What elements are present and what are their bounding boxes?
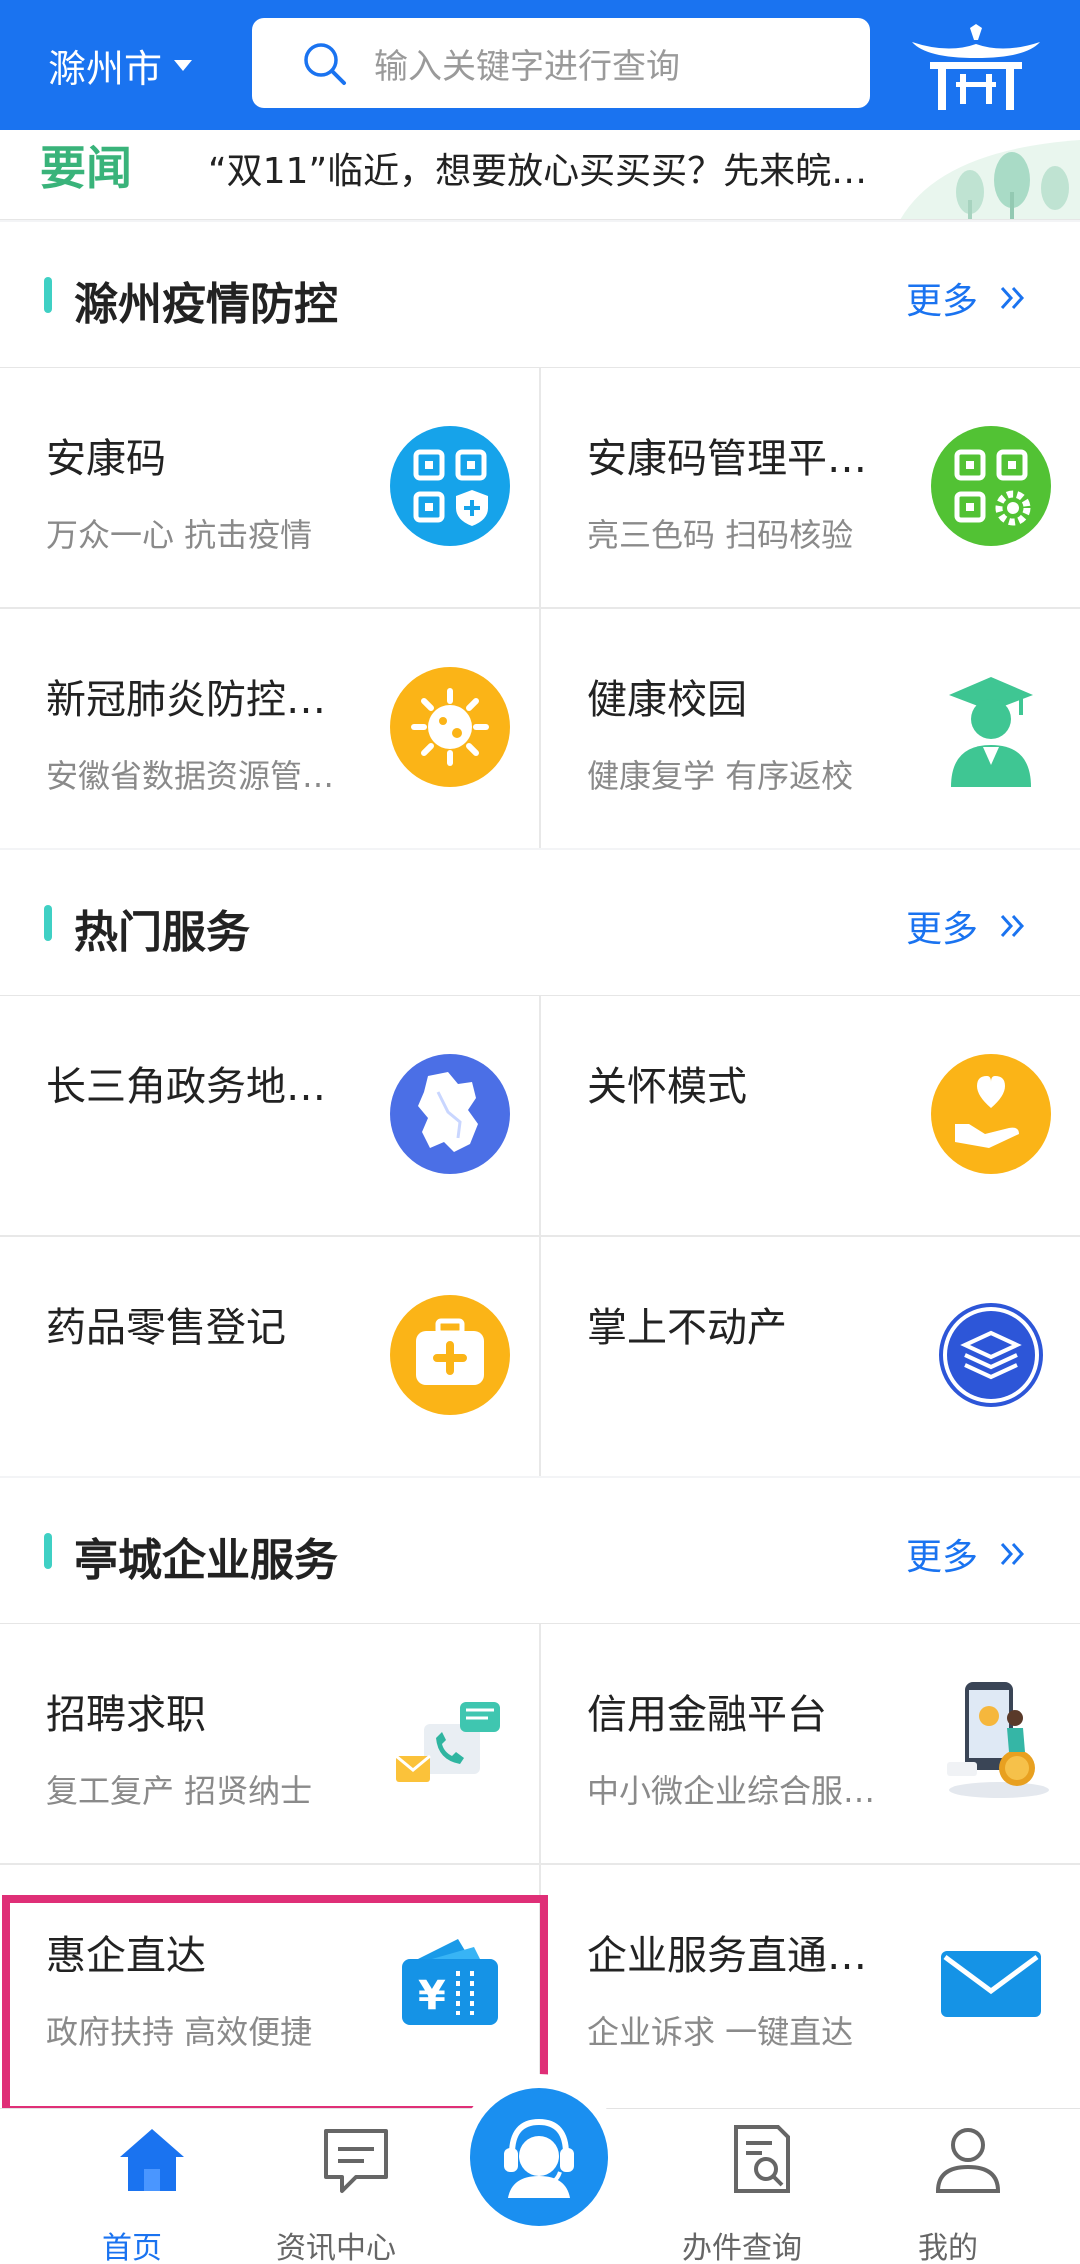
tile-subtitle: 政府扶持 高效便捷 bbox=[46, 2013, 313, 2051]
qr-gear-icon bbox=[931, 426, 1051, 546]
svg-text:¥: ¥ bbox=[418, 1973, 446, 2019]
section-title: 热门服务 bbox=[74, 907, 250, 958]
section-accent-bar bbox=[44, 905, 52, 941]
nav-home[interactable]: 首页 bbox=[52, 2119, 212, 2264]
tile-name: 药品零售登记 bbox=[46, 1305, 286, 1351]
grid-divider bbox=[0, 1235, 1080, 1237]
recruit-icon bbox=[395, 1702, 500, 1782]
more-link[interactable]: 更多 bbox=[906, 1528, 1028, 1580]
service-tile-recruitment[interactable]: 招聘求职 复工复产 招贤纳士 bbox=[0, 1624, 539, 1863]
section-header-enterprise: 亭城企业服务 更多 bbox=[0, 1478, 1080, 1624]
app-page: 滁州市 输入关键字进行查询 要闻 “双11”临近，想要放心买买买？先来皖… 滁州… bbox=[0, 0, 1080, 2264]
home-icon bbox=[120, 2129, 184, 2191]
caret-down-icon bbox=[174, 60, 193, 71]
grid-divider bbox=[539, 1624, 541, 2108]
tile-name: 招聘求职 bbox=[46, 1692, 206, 1738]
double-chevron-right-icon bbox=[1000, 914, 1025, 938]
more-link[interactable]: 更多 bbox=[906, 272, 1028, 324]
section-header-epidemic: 滁州疫情防控 更多 bbox=[0, 222, 1080, 368]
customer-service-button[interactable] bbox=[456, 2074, 622, 2240]
nav-label: 资讯中心 bbox=[276, 2231, 396, 2264]
search-icon bbox=[304, 43, 346, 85]
news-ticker[interactable]: 要闻 “双11”临近，想要放心买买买？先来皖… bbox=[0, 130, 1080, 220]
map-icon bbox=[390, 1054, 510, 1174]
grid-epidemic: 安康码 万众一心 抗击疫情 安康码管理平… 亮三色码 扫码核验 新冠肺炎防控… … bbox=[0, 368, 1080, 848]
nav-label: 我的 bbox=[918, 2231, 978, 2264]
news-headline[interactable]: “双11”临近，想要放心买买买？先来皖… bbox=[208, 142, 898, 194]
wallet-yuan-icon: ¥ bbox=[402, 1939, 498, 2025]
grid-divider bbox=[0, 607, 1080, 609]
city-label: 滁州市 bbox=[48, 47, 163, 91]
doc-search-icon bbox=[734, 2125, 790, 2193]
trees-decoration-icon bbox=[900, 140, 1080, 219]
search-input[interactable]: 输入关键字进行查询 bbox=[252, 18, 870, 108]
nav-case-query[interactable]: 办件查询 bbox=[662, 2119, 822, 2264]
tile-subtitle: 万众一心 抗击疫情 bbox=[46, 516, 313, 554]
double-chevron-right-icon bbox=[1000, 286, 1025, 310]
tile-name: 信用金融平台 bbox=[587, 1692, 827, 1738]
top-header: 滁州市 输入关键字进行查询 bbox=[0, 0, 1080, 130]
service-tile-credit-finance[interactable]: 信用金融平台 中小微企业综合服… bbox=[541, 1624, 1080, 1863]
service-tile-covid-prevention[interactable]: 新冠肺炎防控… 安徽省数据资源管… bbox=[0, 609, 539, 848]
more-label: 更多 bbox=[906, 1537, 979, 1578]
tile-name: 掌上不动产 bbox=[587, 1305, 787, 1351]
user-icon bbox=[935, 2128, 1001, 2193]
service-tile-enterprise-benefits[interactable]: 惠企直达 政府扶持 高效便捷 ¥ bbox=[0, 1865, 539, 2104]
care-heart-icon bbox=[931, 1054, 1051, 1174]
nav-news[interactable]: 资讯中心 bbox=[256, 2119, 416, 2264]
tile-name: 长三角政务地… bbox=[46, 1064, 326, 1110]
pavilion-logo-icon bbox=[912, 24, 1040, 110]
tile-name: 健康校园 bbox=[587, 677, 747, 723]
more-label: 更多 bbox=[906, 909, 979, 950]
tile-subtitle: 亮三色码 扫码核验 bbox=[587, 516, 854, 554]
service-tile-mobile-real-estate[interactable]: 掌上不动产 bbox=[541, 1237, 1080, 1476]
section-title: 滁州疫情防控 bbox=[74, 279, 338, 330]
double-chevron-right-icon bbox=[1000, 1542, 1025, 1566]
service-tile-health-campus[interactable]: 健康校园 健康复学 有序返校 bbox=[541, 609, 1080, 848]
graduate-icon bbox=[949, 677, 1033, 787]
grid-divider bbox=[0, 1863, 1080, 1865]
section-accent-bar bbox=[44, 277, 52, 313]
service-tile-drug-registration[interactable]: 药品零售登记 bbox=[0, 1237, 539, 1476]
customer-service-icon bbox=[504, 2118, 574, 2198]
real-estate-icon bbox=[939, 1303, 1043, 1407]
tile-subtitle: 复工复产 招贤纳士 bbox=[46, 1772, 313, 1810]
tile-subtitle: 健康复学 有序返校 bbox=[587, 757, 854, 795]
tile-name: 关怀模式 bbox=[587, 1064, 747, 1110]
section-accent-bar bbox=[44, 1533, 52, 1569]
credit-finance-icon bbox=[947, 1682, 1049, 1798]
city-selector[interactable]: 滁州市 bbox=[48, 38, 193, 93]
service-tile-ankangma-admin[interactable]: 安康码管理平… 亮三色码 扫码核验 bbox=[541, 368, 1080, 607]
customer-service-circle bbox=[470, 2088, 608, 2226]
tile-subtitle: 企业诉求 一键直达 bbox=[587, 2013, 854, 2051]
service-tile-care-mode[interactable]: 关怀模式 bbox=[541, 996, 1080, 1235]
search-placeholder: 输入关键字进行查询 bbox=[374, 46, 680, 87]
grid-enterprise: 招聘求职 复工复产 招贤纳士 信用金融平台 中小微企业综合服… 惠企直达 政府扶… bbox=[0, 1624, 1080, 2108]
more-link[interactable]: 更多 bbox=[906, 900, 1028, 952]
section-title: 亭城企业服务 bbox=[74, 1535, 338, 1586]
tile-name: 新冠肺炎防控… bbox=[46, 677, 326, 723]
service-tile-yangtze-delta[interactable]: 长三角政务地… bbox=[0, 996, 539, 1235]
service-tile-ankangma[interactable]: 安康码 万众一心 抗击疫情 bbox=[0, 368, 539, 607]
nav-label: 办件查询 bbox=[682, 2231, 802, 2264]
virus-icon bbox=[390, 667, 510, 787]
nav-profile[interactable]: 我的 bbox=[868, 2119, 1028, 2264]
qr-shield-icon bbox=[390, 426, 510, 546]
service-tile-enterprise-direct[interactable]: 企业服务直通… 企业诉求 一键直达 bbox=[541, 1865, 1080, 2104]
more-label: 更多 bbox=[906, 281, 979, 322]
tile-subtitle: 中小微企业综合服… bbox=[587, 1772, 876, 1810]
grid-popular: 长三角政务地… 关怀模式 药品零售登记 掌上不动产 bbox=[0, 996, 1080, 1476]
nav-label: 首页 bbox=[102, 2231, 162, 2264]
medkit-icon bbox=[390, 1295, 510, 1415]
tile-subtitle: 安徽省数据资源管… bbox=[46, 757, 335, 795]
tile-name: 安康码管理平… bbox=[587, 436, 867, 482]
section-header-popular: 热门服务 更多 bbox=[0, 850, 1080, 996]
message-icon bbox=[324, 2129, 388, 2193]
mail-icon bbox=[941, 1951, 1041, 2017]
tile-name: 企业服务直通… bbox=[587, 1933, 867, 1979]
tile-name: 惠企直达 bbox=[46, 1933, 206, 1979]
tile-name: 安康码 bbox=[46, 436, 166, 482]
news-tag: 要闻 bbox=[40, 141, 132, 195]
